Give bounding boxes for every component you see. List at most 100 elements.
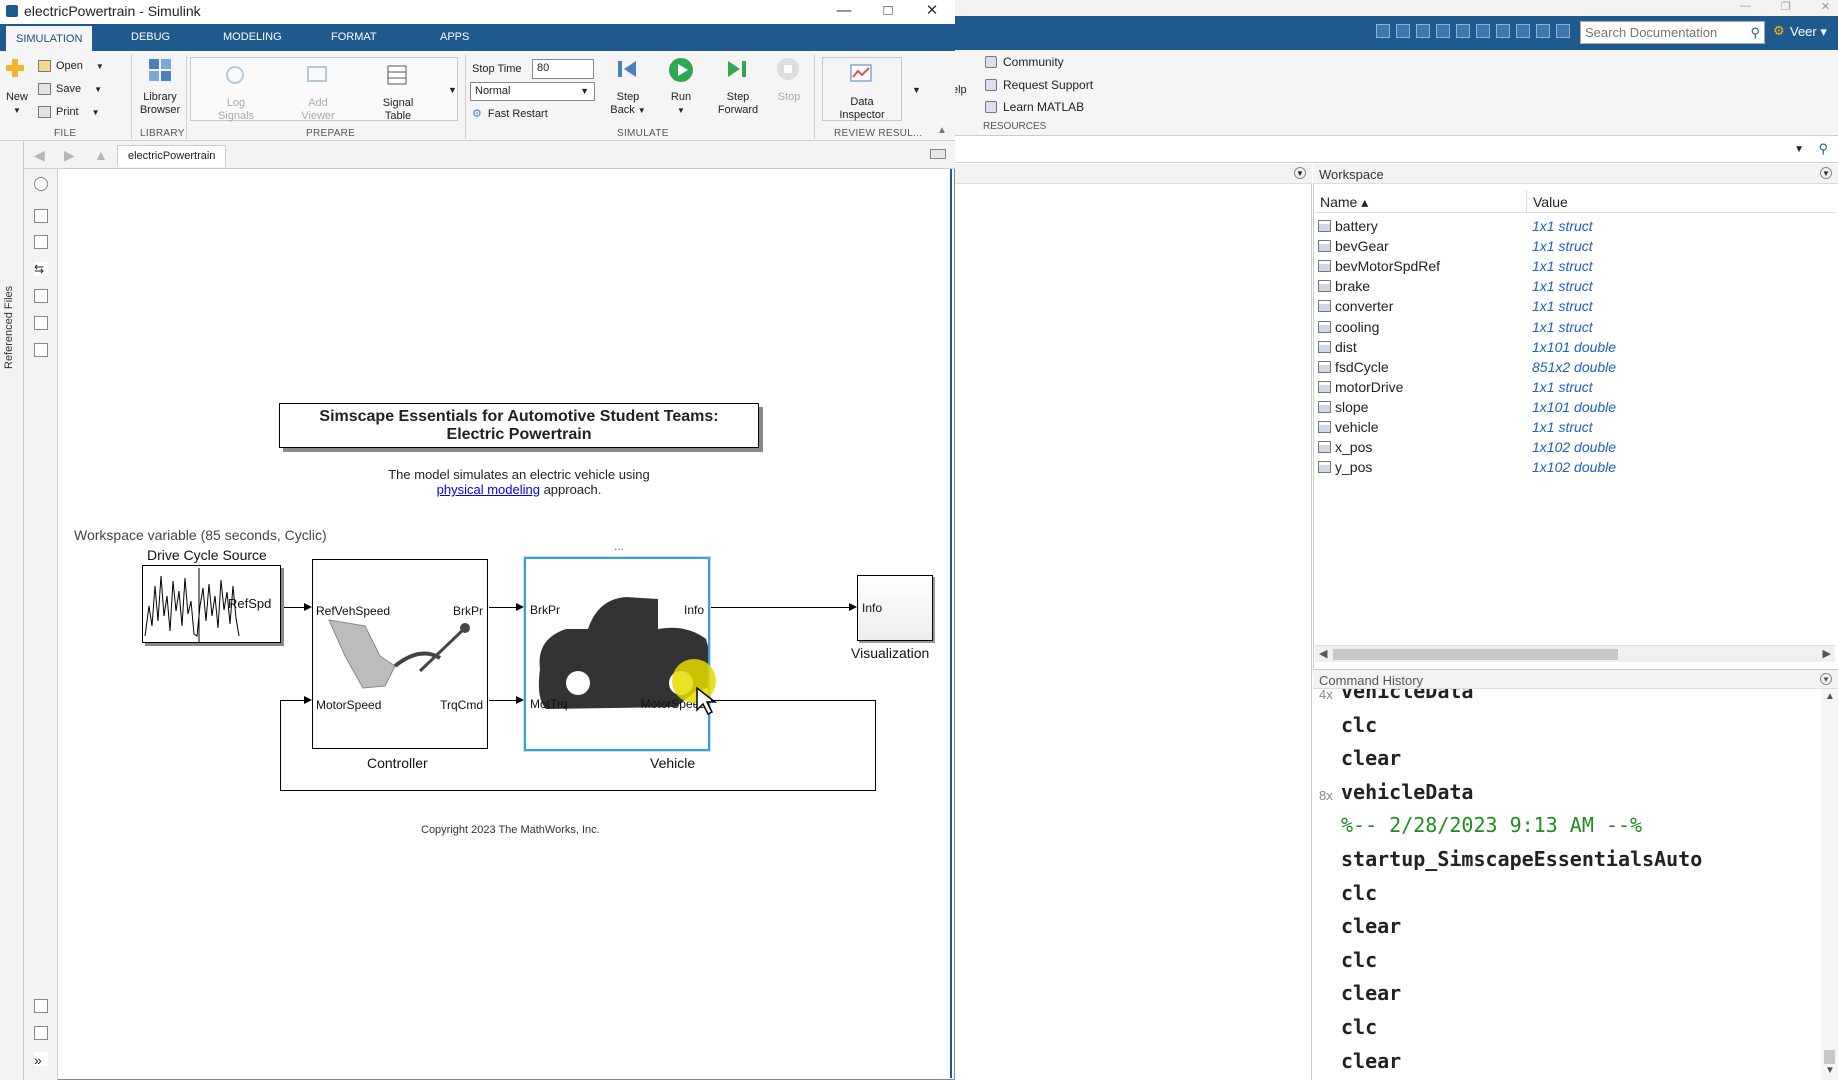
model-canvas[interactable]: Simscape Essentials for Automotive Stude…	[59, 169, 952, 1078]
simulation-mode-select[interactable]: Normal ▼	[470, 82, 595, 101]
referenced-files-label[interactable]: Referenced Files	[3, 286, 15, 369]
new-button[interactable]: New ▼	[3, 57, 31, 117]
stop-button[interactable]: Stop	[774, 57, 804, 104]
quick-access-icon[interactable]	[1476, 24, 1490, 38]
panel-menu-icon[interactable]: ▼	[1820, 167, 1832, 179]
data-inspector-button[interactable]: Data Inspector	[822, 57, 902, 121]
feedback-line[interactable]	[280, 790, 876, 791]
forward-arrow-icon[interactable]: ▶	[64, 147, 75, 164]
print-button[interactable]: Print ▼	[38, 106, 100, 118]
tab-format[interactable]: FORMAT	[321, 24, 387, 51]
name-column-header[interactable]: Name ▴	[1320, 194, 1368, 211]
workspace-row[interactable]: x_pos 1x102 double	[1316, 437, 1816, 457]
physical-modeling-link[interactable]: physical modeling	[437, 482, 540, 497]
search-documentation-input[interactable]: Search Documentation ⚲	[1580, 21, 1765, 44]
workspace-row[interactable]: y_pos 1x102 double	[1316, 457, 1816, 477]
scroll-down-icon[interactable]: ▼	[1825, 1065, 1835, 1076]
history-command[interactable]: clear	[1341, 981, 1401, 1005]
request-support-link[interactable]: Request Support	[985, 78, 1093, 92]
maximize-icon[interactable]: □	[868, 0, 908, 24]
fit-to-view-icon[interactable]	[34, 235, 48, 249]
scrollbar-thumb[interactable]	[1333, 649, 1618, 660]
library-browser-button[interactable]: Library Browser	[137, 57, 183, 117]
workspace-row[interactable]: slope 1x101 double	[1316, 397, 1816, 417]
command-window[interactable]	[955, 164, 1312, 1080]
scroll-up-icon[interactable]: ▲	[1825, 691, 1835, 702]
panel-menu-icon[interactable]: ▼	[1820, 673, 1832, 685]
run-button[interactable]: Run ▼	[664, 57, 698, 117]
workspace-row[interactable]: motorDrive 1x1 struct	[1316, 377, 1816, 397]
learn-matlab-link[interactable]: Learn MATLAB	[985, 100, 1084, 114]
history-command[interactable]: clc	[1341, 881, 1377, 905]
referenced-files-panel[interactable]: Referenced Files	[0, 141, 24, 1080]
step-back-button[interactable]: Step Back ▼	[608, 57, 648, 117]
signal-line[interactable]	[489, 700, 516, 701]
panel-menu-icon[interactable]: ▼	[1294, 167, 1306, 179]
area-icon[interactable]	[34, 343, 48, 357]
chevron-down-icon[interactable]: ▼	[1794, 144, 1804, 155]
feedback-line[interactable]	[280, 700, 304, 701]
workspace-row[interactable]: cooling 1x1 struct	[1316, 317, 1816, 337]
fast-restart-toggle[interactable]: ⚙ Fast Restart	[472, 107, 548, 121]
save-button[interactable]: Save ▼	[38, 83, 102, 95]
collapse-toolstrip-icon[interactable]: ▲	[937, 125, 947, 136]
tab-simulation[interactable]: SIMULATION	[6, 24, 93, 51]
explorer-bar-icon[interactable]	[930, 149, 946, 159]
history-session-comment[interactable]: %-- 2/28/2023 9:13 AM --%	[1341, 813, 1642, 837]
open-button[interactable]: Open ▼	[38, 60, 104, 72]
history-command[interactable]: startup_SimscapeEssentialsAuto	[1341, 847, 1702, 871]
maximize-icon[interactable]: ❐	[1781, 0, 1791, 13]
quick-access-icon[interactable]	[1376, 24, 1390, 38]
workspace-row[interactable]: battery 1x1 struct	[1316, 216, 1816, 236]
minimize-icon[interactable]: —	[1740, 0, 1751, 13]
quick-access-icon[interactable]	[1556, 24, 1570, 38]
scroll-left-icon[interactable]: ◀	[1319, 647, 1327, 660]
history-command[interactable]: clear	[1341, 914, 1401, 938]
history-command[interactable]: vehicleData	[1341, 780, 1473, 804]
visualization-block[interactable]: Info	[857, 575, 933, 641]
workspace-row[interactable]: dist 1x101 double	[1316, 337, 1816, 357]
annotation-icon[interactable]	[34, 289, 48, 303]
tab-modeling[interactable]: MODELING	[213, 24, 292, 51]
signal-arrow-icon[interactable]: ⇆	[34, 262, 48, 276]
vehicle-block[interactable]: BrkPr Info MotTrq MotorSpeed	[524, 557, 710, 751]
column-divider[interactable]	[1526, 190, 1527, 213]
history-command[interactable]: clc	[1341, 713, 1377, 737]
history-command[interactable]: clear	[1341, 746, 1401, 770]
quick-access-icon[interactable]	[1436, 24, 1450, 38]
history-command[interactable]: clear	[1341, 1049, 1401, 1073]
zoom-icon[interactable]	[34, 209, 48, 223]
help-icon[interactable]	[1536, 24, 1550, 38]
command-history-vertical-scrollbar[interactable]: ▲ ▼	[1821, 689, 1838, 1080]
tab-debug[interactable]: DEBUG	[121, 24, 180, 51]
up-arrow-icon[interactable]: ▲	[94, 147, 108, 163]
workspace-row[interactable]: vehicle 1x1 struct	[1316, 417, 1816, 437]
workspace-row[interactable]: converter 1x1 struct	[1316, 296, 1816, 316]
minimize-icon[interactable]: —	[824, 0, 864, 24]
quick-access-icon[interactable]	[1456, 24, 1470, 38]
back-arrow-icon[interactable]: ◀	[34, 147, 45, 164]
workspace-horizontal-scrollbar[interactable]: ◀ ▶	[1315, 645, 1835, 662]
workspace-row[interactable]: bevMotorSpdRef 1x1 struct	[1316, 256, 1816, 276]
notification-bell-icon[interactable]: ⚙	[1773, 23, 1785, 39]
tab-apps[interactable]: APPS	[430, 24, 479, 51]
search-icon[interactable]: ⚲	[1750, 25, 1760, 41]
stop-time-input[interactable]: 80	[532, 59, 594, 79]
current-folder-address-bar[interactable]: ▼ ⚲	[955, 137, 1838, 163]
expand-palette-icon[interactable]: »	[34, 1052, 48, 1068]
workspace-row[interactable]: fsdCycle 851x2 double	[1316, 357, 1816, 377]
hide-show-icon[interactable]	[34, 177, 48, 191]
feedback-line[interactable]	[711, 700, 876, 701]
quick-access-icon[interactable]	[1496, 24, 1510, 38]
signal-line[interactable]	[489, 607, 516, 608]
workspace-row[interactable]: brake 1x1 struct	[1316, 276, 1816, 296]
command-history-list[interactable]: 4x vehicleData clc clear 8x vehicleData %-- 2/…	[1313, 689, 1838, 1080]
value-column-header[interactable]: Value	[1533, 194, 1568, 210]
model-browser-icon[interactable]	[34, 1026, 48, 1040]
scrollbar-thumb[interactable]	[1824, 1050, 1835, 1064]
controller-block[interactable]: RefVehSpeed BrkPr MotorSpeed TrqCmd	[312, 559, 488, 749]
review-expand-icon[interactable]: ▼	[912, 85, 921, 95]
screenshot-icon[interactable]	[34, 999, 48, 1013]
search-folder-icon[interactable]: ⚲	[1818, 141, 1828, 157]
drive-cycle-source-block[interactable]: RefSpd	[142, 565, 281, 643]
